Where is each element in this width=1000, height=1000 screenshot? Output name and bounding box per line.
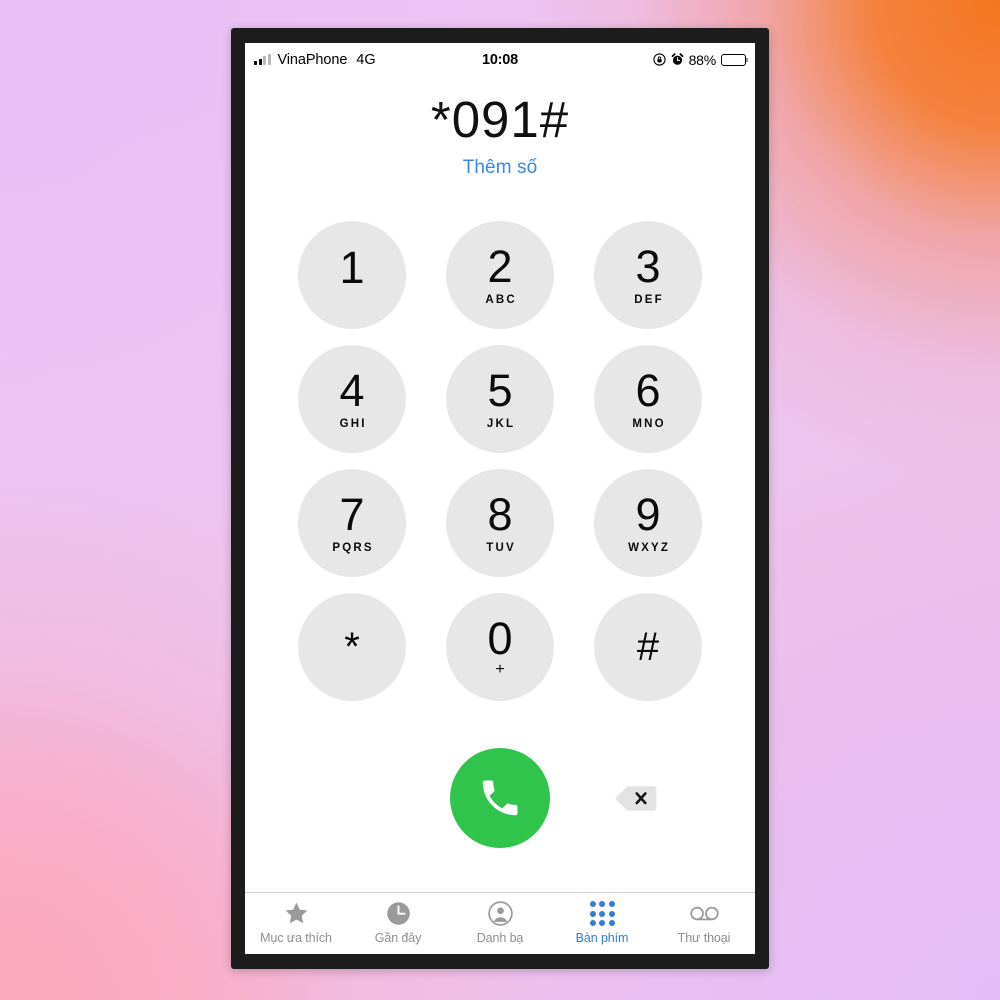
phone-device-frame: VinaPhone 4G 10:08 88% *091# Thêm số 1 2…	[231, 28, 769, 969]
key-digit: 5	[487, 365, 513, 416]
phone-screen: VinaPhone 4G 10:08 88% *091# Thêm số 1 2…	[245, 43, 755, 954]
tab-favorites[interactable]: Mục ưa thích	[245, 899, 347, 945]
tab-label: Danh bạ	[476, 931, 524, 945]
key-plus: +	[495, 660, 505, 678]
tab-label: Bàn phím	[575, 931, 629, 945]
backspace-delete-icon	[615, 786, 657, 811]
tab-recents[interactable]: Gần đây	[347, 899, 449, 945]
key-letters: DEF	[634, 294, 664, 306]
dialed-number: *091#	[430, 91, 570, 148]
key-1[interactable]: 1	[298, 221, 406, 329]
add-number-link[interactable]: Thêm số	[245, 157, 755, 179]
clock-icon	[385, 899, 412, 928]
key-digit: 4	[339, 365, 365, 416]
alarm-clock-icon	[671, 53, 684, 66]
key-2[interactable]: 2 ABC	[446, 221, 554, 329]
keypad-grid-icon	[589, 899, 615, 928]
tab-keypad[interactable]: Bàn phím	[551, 899, 653, 945]
battery-icon	[721, 53, 749, 66]
tab-label: Mục ưa thích	[260, 931, 332, 945]
key-digit: 0	[487, 612, 513, 664]
rotation-lock-icon	[652, 53, 666, 66]
voicemail-icon	[689, 899, 720, 928]
key-letters: WXYZ	[628, 542, 671, 554]
key-7[interactable]: 7 PQRS	[298, 469, 406, 577]
key-letters: PQRS	[332, 542, 374, 554]
key-asterisk[interactable]: *	[298, 593, 406, 701]
key-8[interactable]: 8 TUV	[446, 469, 554, 577]
key-5[interactable]: 5 JKL	[446, 345, 554, 453]
key-9[interactable]: 9 WXYZ	[594, 469, 702, 577]
tab-label: Gần đây	[374, 931, 422, 945]
key-digit: 7	[339, 489, 365, 540]
key-digit: 1	[339, 241, 365, 293]
key-digit: 8	[487, 489, 513, 540]
status-bar-right: 88%	[652, 51, 749, 68]
key-digit: *	[344, 625, 360, 669]
key-4[interactable]: 4 GHI	[298, 345, 406, 453]
key-letters: JKL	[486, 418, 516, 430]
key-digit: 9	[635, 489, 661, 540]
key-digit: 3	[635, 241, 661, 292]
key-letters: TUV	[486, 542, 516, 554]
key-letters: GHI	[339, 418, 367, 430]
key-letters: MNO	[632, 418, 666, 430]
status-bar: VinaPhone 4G 10:08 88%	[245, 43, 755, 76]
key-hash[interactable]: #	[594, 593, 702, 701]
number-display-area: *091# Thêm số	[245, 93, 755, 179]
call-action-row	[245, 748, 755, 848]
tab-voicemail[interactable]: Thư thoại	[653, 899, 755, 945]
tab-label: Thư thoại	[677, 931, 731, 945]
phone-handset-icon	[482, 780, 518, 816]
key-6[interactable]: 6 MNO	[594, 345, 702, 453]
key-digit: 6	[635, 365, 661, 416]
key-digit: #	[636, 625, 660, 669]
call-button[interactable]	[450, 748, 550, 848]
bottom-tab-bar: Mục ưa thích Gần đây Danh bạ Bàn phím Th…	[245, 892, 755, 954]
battery-percentage: 88%	[688, 51, 717, 68]
tab-contacts[interactable]: Danh bạ	[449, 899, 551, 945]
dial-keypad: 1 2 ABC 3 DEF 4 GHI 5 JKL 6 MNO 7 PQRS 8…	[298, 221, 702, 701]
key-3[interactable]: 3 DEF	[594, 221, 702, 329]
key-0[interactable]: 0 +	[446, 593, 554, 701]
delete-backspace-button[interactable]	[613, 784, 659, 813]
star-icon	[283, 899, 310, 928]
key-letters: ABC	[485, 294, 517, 306]
key-digit: 2	[487, 241, 513, 292]
person-circle-icon	[487, 899, 514, 928]
